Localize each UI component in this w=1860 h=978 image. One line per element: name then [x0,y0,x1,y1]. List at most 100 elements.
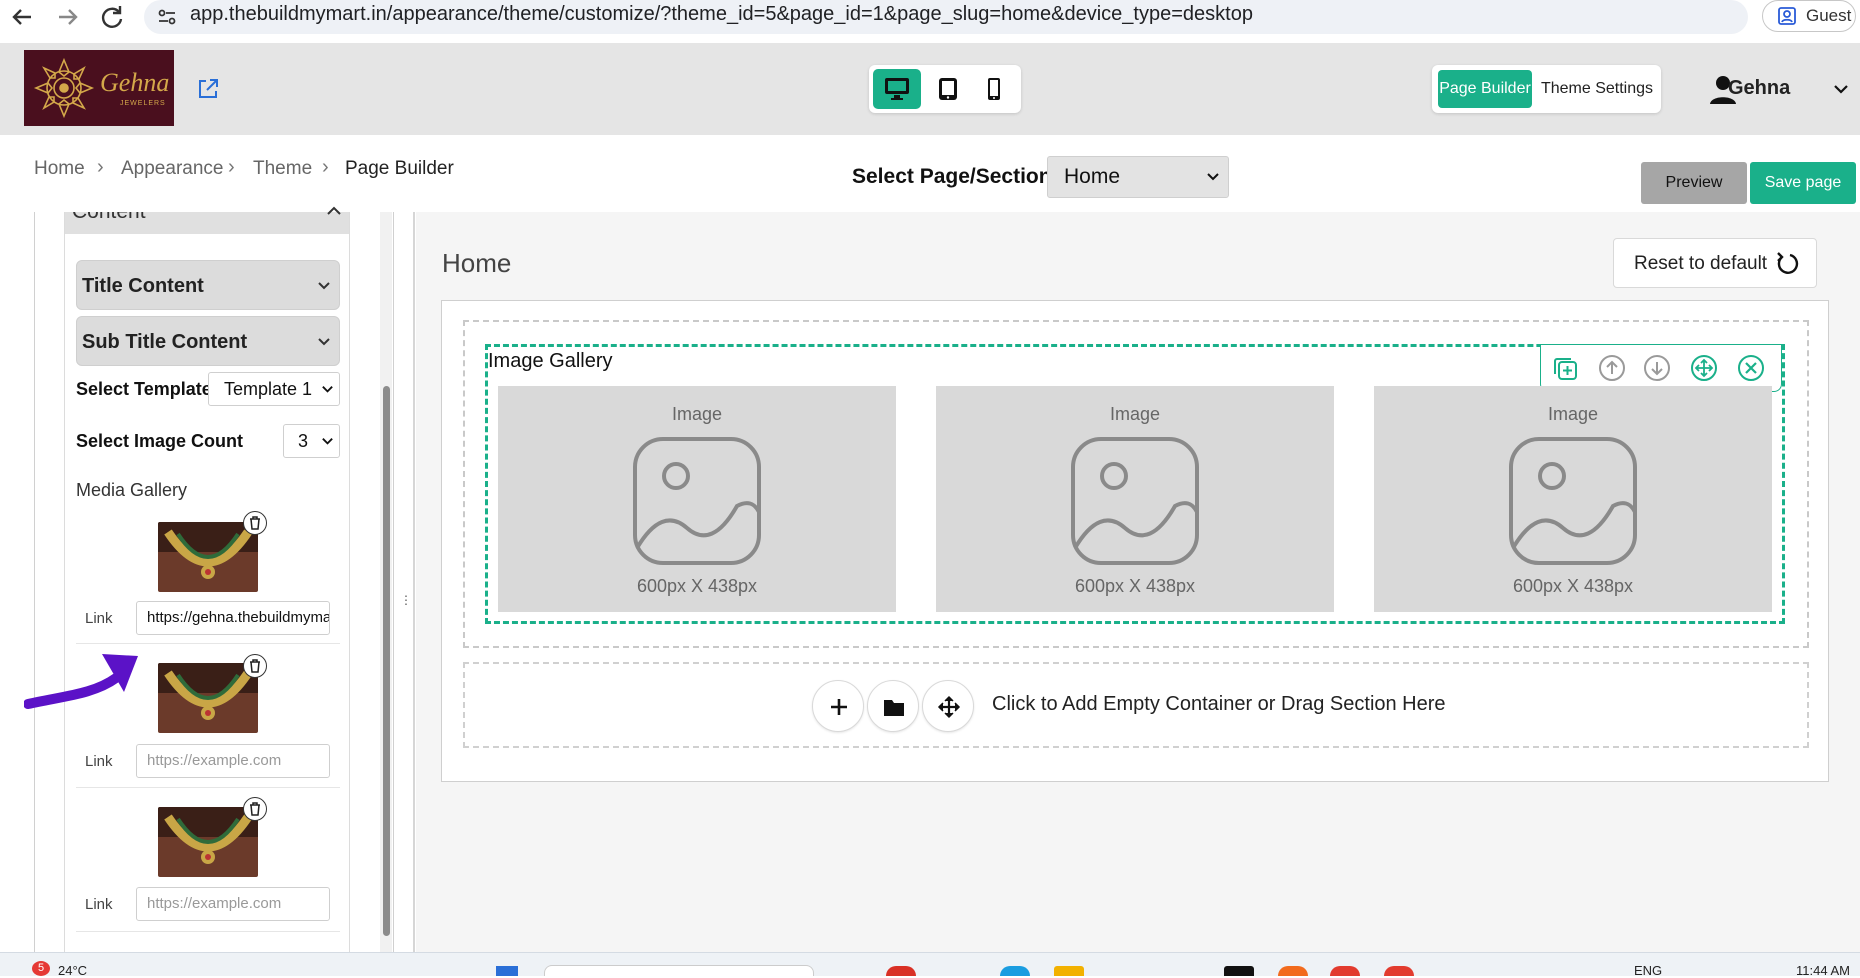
tablet-icon [939,78,957,100]
media-thumbnail[interactable] [158,522,258,592]
duplicate-icon[interactable] [1551,354,1579,382]
title-content-accordion[interactable]: Title Content [76,260,340,310]
profile-button[interactable]: Guest [1762,0,1856,32]
notification-badge[interactable]: 5 [32,961,50,976]
media-link-input[interactable]: https://gehna.thebuildmymart.in [136,601,330,635]
mobile-icon [988,78,1000,100]
profile-label: Guest [1806,6,1852,25]
taskbar-app-icon[interactable] [1278,966,1308,976]
delete-media-button[interactable] [243,654,267,678]
mandala-logo-icon [33,57,95,119]
select-page-label: Select Page/Section: [852,165,1059,188]
chevron-up-icon[interactable] [326,204,342,222]
user-name[interactable]: Gehna [1728,77,1790,100]
taskbar-app-icon[interactable] [1330,966,1360,976]
remove-icon[interactable] [1737,354,1765,382]
taskbar-app-icon[interactable] [886,966,916,976]
back-arrow-icon[interactable] [4,2,40,36]
image-count-select[interactable]: 3 [283,424,340,458]
taskbar-app-icon[interactable] [1384,966,1414,976]
link-label: Link [85,753,113,770]
resize-handle-icon[interactable]: ⋮⋮ [400,594,424,612]
chevron-down-icon [318,282,330,290]
reset-icon [1777,252,1799,274]
desktop-view-button[interactable] [873,69,921,109]
reset-to-default-button[interactable]: Reset to default [1613,238,1817,288]
taskbar-app-icon[interactable] [1054,966,1084,976]
taskbar-search[interactable] [544,965,814,976]
trash-icon [250,516,260,530]
image-count-value: 3 [298,431,309,451]
external-link-icon[interactable] [196,77,220,106]
delete-media-button[interactable] [243,511,267,535]
link-label: Link [85,610,113,627]
chevron-down-icon [322,438,333,445]
sub-title-content-accordion[interactable]: Sub Title Content [76,316,340,366]
move-down-icon[interactable] [1643,354,1671,382]
media-link-input[interactable]: https://example.com [136,744,330,778]
taskbar-app-icon[interactable] [1000,966,1030,976]
chevron-right-icon: › [322,156,329,178]
placeholder-size: 600px X 438px [1512,576,1634,596]
title-content-label: Title Content [82,275,204,297]
url-text[interactable]: app.thebuildmymart.in/appearance/theme/c… [190,3,1253,26]
mobile-view-button[interactable] [970,69,1018,109]
page-builder-tab[interactable]: Page Builder [1438,70,1532,108]
placeholder-label: Image [671,404,723,424]
forward-arrow-icon[interactable] [50,2,86,36]
image-icon [1509,437,1637,565]
os-taskbar [0,952,1860,976]
chevron-down-icon [318,338,330,346]
annotation-arrow [23,636,144,719]
image-placeholder[interactable]: Image 600px X 438px [1374,386,1772,612]
placeholder-size: 600px X 438px [1074,576,1196,596]
panel-divider [413,212,415,952]
theme-settings-tab[interactable]: Theme Settings [1536,70,1658,108]
scrollbar-thumb[interactable] [383,386,390,936]
media-thumbnail[interactable] [158,807,258,877]
add-container-button[interactable] [812,680,864,732]
reset-label: Reset to default [1634,253,1768,274]
drag-move-icon[interactable] [1690,354,1718,382]
brand-logo[interactable]: Gehna JEWELERS [24,50,174,126]
drag-section-button[interactable] [922,680,974,732]
trash-icon [250,659,260,673]
move-up-icon[interactable] [1598,354,1626,382]
delete-media-button[interactable] [243,797,267,821]
page-section-select[interactable]: Home [1047,156,1229,198]
logo-subtext: JEWELERS [120,100,166,107]
taskbar-app-icon[interactable] [1224,966,1254,976]
drag-move-icon [937,695,961,719]
profile-icon [1777,6,1797,31]
breadcrumb-home[interactable]: Home [34,158,85,180]
template-select[interactable]: Template 1 [208,372,340,406]
save-page-button[interactable]: Save page [1750,162,1856,204]
trash-icon [250,802,260,816]
breadcrumb-appearance[interactable]: Appearance [121,158,223,180]
logo-text: Gehna [100,68,170,97]
media-thumbnail[interactable] [158,663,258,733]
placeholder-size: 600px X 438px [636,576,758,596]
reload-icon[interactable] [94,2,130,36]
chevron-right-icon: › [97,156,104,178]
canvas-page-title: Home [442,248,512,278]
image-placeholder[interactable]: Image 600px X 438px [498,386,896,612]
add-container-text[interactable]: Click to Add Empty Container or Drag Sec… [992,693,1446,716]
chevron-right-icon: › [228,156,235,178]
template-select-value: Template 1 [224,379,313,399]
preview-button[interactable]: Preview [1641,162,1747,204]
tablet-view-button[interactable] [924,69,972,109]
windows-start-icon[interactable] [496,966,518,976]
breadcrumb-page-builder: Page Builder [345,158,454,179]
image-placeholder[interactable]: Image 600px X 438px [936,386,1334,612]
sub-title-content-label: Sub Title Content [82,331,248,353]
site-settings-icon[interactable] [156,6,178,33]
breadcrumb-theme[interactable]: Theme [253,158,312,180]
chevron-down-icon [322,386,333,393]
plus-icon [831,699,847,715]
open-library-button[interactable] [867,680,919,732]
link-label: Link [85,896,113,913]
placeholder-label: Image [1547,404,1599,424]
chevron-down-icon[interactable] [1832,80,1850,103]
media-link-input[interactable]: https://example.com [136,887,330,921]
